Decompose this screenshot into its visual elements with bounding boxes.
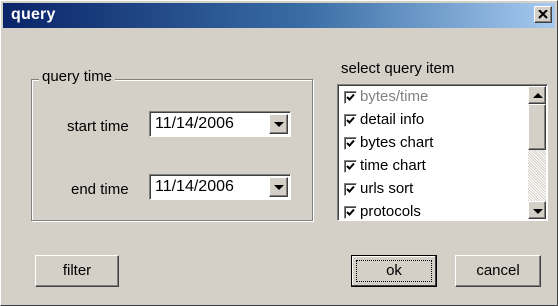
list-item-label: detail info (360, 111, 425, 128)
checkmark-icon (346, 208, 355, 216)
list-item-label: protocols (360, 203, 421, 220)
end-time-dropdown-button[interactable] (269, 177, 288, 197)
close-x-icon (538, 10, 548, 19)
end-time-dropdown[interactable]: 11/14/2006 (149, 174, 291, 200)
chevron-down-icon (274, 122, 284, 127)
list-item-label: urls sort (360, 180, 414, 197)
close-button[interactable] (534, 6, 552, 23)
start-time-label: start time (67, 118, 129, 135)
checkbox[interactable] (344, 206, 357, 219)
checkmark-icon (346, 139, 355, 147)
start-time-value: 11/14/2006 (155, 115, 234, 132)
checkbox[interactable] (344, 137, 357, 150)
scroll-up-button[interactable] (528, 86, 546, 104)
scroll-thumb[interactable] (528, 104, 546, 150)
checkbox[interactable] (344, 114, 357, 127)
ok-button[interactable]: ok (351, 255, 437, 287)
cancel-button-label: cancel (476, 262, 520, 279)
vertical-scrollbar[interactable] (528, 86, 546, 219)
start-time-dropdown-button[interactable] (269, 114, 288, 134)
list-item-label: bytes/time (360, 88, 429, 105)
filter-button[interactable]: filter (35, 255, 119, 287)
checkmark-icon (346, 185, 355, 193)
chevron-up-icon (533, 93, 543, 98)
filter-button-label: filter (62, 262, 92, 279)
window-title: query (11, 6, 56, 23)
list-item-label: time chart (360, 157, 426, 174)
ok-button-label: ok (386, 262, 402, 279)
scroll-down-button[interactable] (528, 201, 546, 219)
start-time-dropdown[interactable]: 11/14/2006 (149, 111, 291, 137)
checkmark-icon (346, 93, 355, 101)
list-item-label: bytes chart (360, 134, 434, 151)
select-query-item-label: select query item (341, 60, 455, 77)
chevron-down-icon (533, 209, 543, 214)
checkbox[interactable] (344, 91, 357, 104)
chevron-down-icon (274, 185, 284, 190)
checkmark-icon (346, 116, 355, 124)
end-time-label: end time (71, 181, 129, 198)
checkbox[interactable] (344, 183, 357, 196)
cancel-button[interactable]: cancel (455, 255, 541, 287)
title-bar[interactable]: query (3, 3, 555, 28)
query-time-group-label: query time (39, 68, 116, 85)
checkmark-icon (346, 162, 355, 170)
query-dialog: query query time start time 11/14/2006 e… (0, 0, 558, 306)
query-item-list[interactable]: bytes/time detail info bytes chart time … (337, 84, 548, 221)
checkbox[interactable] (344, 160, 357, 173)
end-time-value: 11/14/2006 (155, 178, 234, 195)
